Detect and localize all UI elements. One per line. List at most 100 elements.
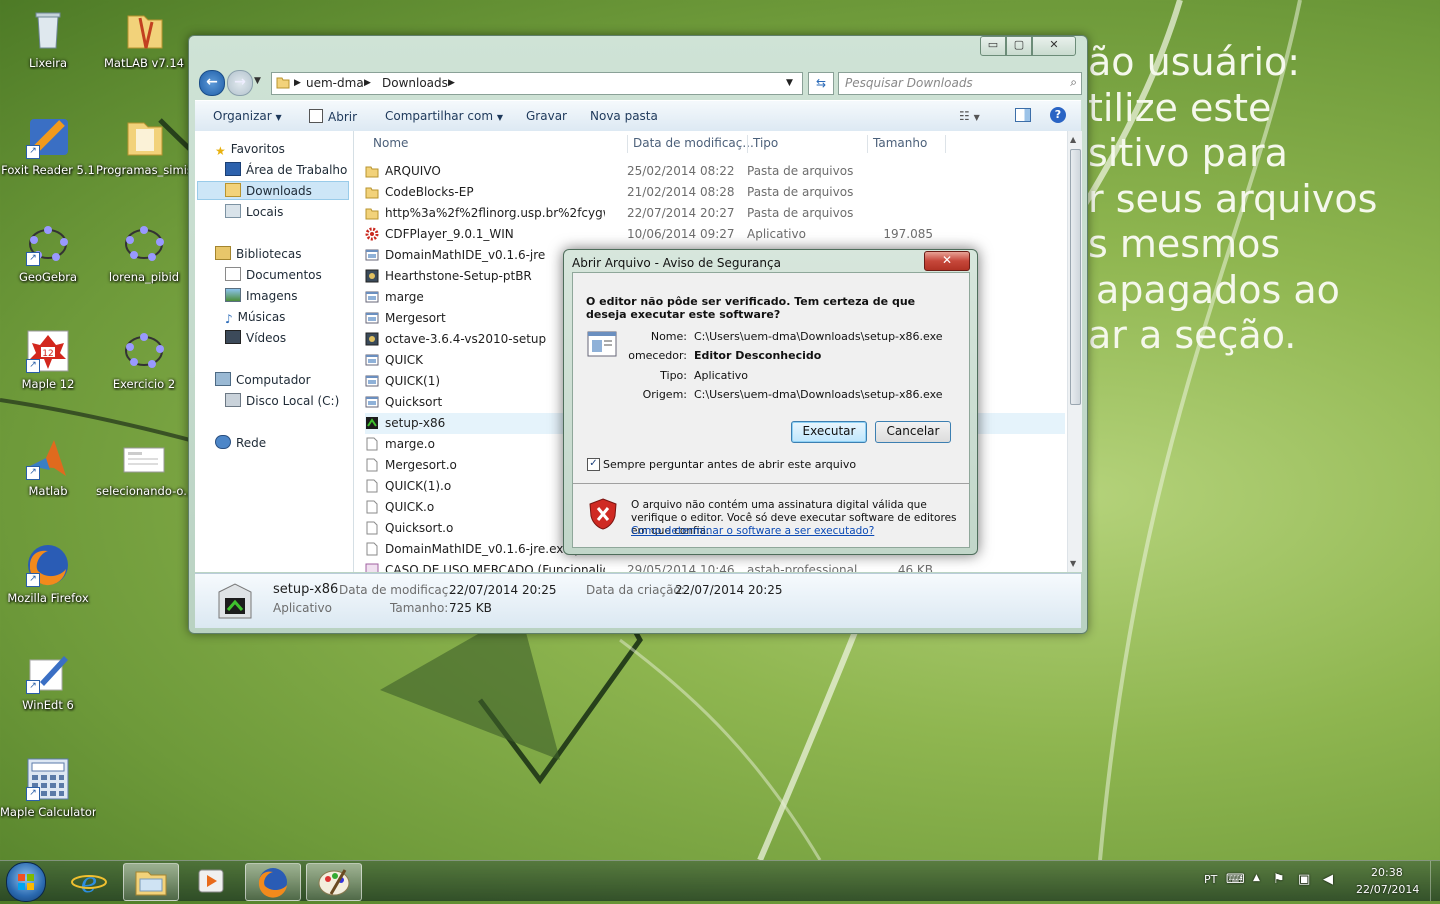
details-size-value: 725 KB <box>449 601 492 615</box>
breadcrumb-item[interactable]: Downloads <box>382 76 448 90</box>
refresh-icon[interactable]: ⇆ <box>808 72 834 95</box>
vertical-scrollbar[interactable]: ▲ ▼ <box>1067 131 1082 572</box>
computer-icon <box>215 372 231 386</box>
desktop-icon-exercicio2[interactable]: Exercicio 2 <box>96 323 192 423</box>
wallpaper-line: ar a seção. <box>1088 313 1297 357</box>
close-button[interactable]: ✕ <box>1032 36 1076 56</box>
desktop-icon-matlab-folder[interactable]: MatLAB v7.14 <box>96 2 192 102</box>
file-name-text: marge <box>385 290 424 304</box>
folder-icon <box>365 164 379 178</box>
help-icon[interactable]: ? <box>1050 107 1066 123</box>
desktop-icon-recycle-bin[interactable]: Lixeira <box>0 2 96 102</box>
new-folder-button[interactable]: Nova pasta <box>590 109 658 123</box>
breadcrumb-item[interactable]: uem-dma <box>306 76 364 90</box>
desktop-icon-winedt[interactable]: ↗ WinEdt 6 <box>0 644 96 744</box>
language-indicator[interactable]: PT <box>1204 873 1217 886</box>
clock-date[interactable]: 22/07/2014 <box>1356 883 1419 896</box>
nav-libraries[interactable]: Bibliotecas <box>215 245 301 264</box>
network-status-icon[interactable]: ▣ <box>1298 872 1310 887</box>
clock-time[interactable]: 20:38 <box>1371 866 1403 879</box>
taskbar-paint[interactable] <box>306 863 362 901</box>
security-warning-dialog[interactable]: Abrir Arquivo - Aviso de Segurança ✕ O e… <box>563 249 978 555</box>
maximize-button[interactable]: ▢ <box>1006 36 1032 56</box>
desktop-icon-maple12[interactable]: 12 ↗ Maple 12 <box>0 323 96 423</box>
details-modified-label: Data de modificaç... <box>339 583 460 597</box>
installer-icon <box>365 332 379 346</box>
nav-downloads[interactable]: Downloads <box>197 181 349 200</box>
show-hidden-icons-icon[interactable]: ▲ <box>1253 873 1260 883</box>
recent-pages-dropdown-icon[interactable]: ▼ <box>254 76 261 86</box>
share-button[interactable]: Compartilhar com ▼ <box>385 109 503 123</box>
search-input[interactable]: Pesquisar Downloads ⌕ <box>838 72 1082 95</box>
scroll-up-icon[interactable]: ▲ <box>1070 135 1076 144</box>
nav-label: Downloads <box>246 184 312 198</box>
cancel-button[interactable]: Cancelar <box>875 421 951 443</box>
taskbar-explorer[interactable] <box>123 863 179 901</box>
dialog-close-button[interactable]: ✕ <box>924 251 970 271</box>
nav-label: Rede <box>236 436 267 450</box>
field-value-name: C:\Users\uem-dma\Downloads\setup-x86.exe <box>694 330 943 343</box>
back-button[interactable]: ← <box>199 70 225 96</box>
keyboard-icon[interactable]: ⌨ <box>1226 872 1245 887</box>
forward-button[interactable]: → <box>227 70 253 96</box>
desktop-icon-maple-calculator[interactable]: ↗ Maple Calculator <box>0 751 96 851</box>
open-button[interactable]: Abrir <box>309 109 357 124</box>
taskbar-firefox[interactable] <box>245 863 301 901</box>
file-row[interactable]: http%3a%2f%2flinorg.usp.br%2fcygwin... 22… <box>365 203 1065 224</box>
column-header-date[interactable]: Data de modificaç... <box>633 131 754 155</box>
column-divider <box>627 135 628 153</box>
action-center-icon[interactable]: ⚑ <box>1273 872 1285 887</box>
address-dropdown-icon[interactable]: ▼ <box>786 78 793 88</box>
column-header-size[interactable]: Tamanho <box>873 131 927 155</box>
nav-local-disk[interactable]: Disco Local (C:) <box>225 392 339 411</box>
nav-images[interactable]: Imagens <box>225 287 297 306</box>
videos-icon <box>225 330 241 344</box>
file-row[interactable]: ARQUIVO 25/02/2014 08:22 Pasta de arquivos <box>365 161 1065 182</box>
nav-desktop[interactable]: Área de Trabalho <box>225 161 347 180</box>
file-name: CDFPlayer_9.0.1_WIN <box>365 224 605 245</box>
preview-pane-icon[interactable] <box>1015 108 1031 122</box>
taskbar-internet-explorer[interactable]: e <box>62 863 116 899</box>
column-header-name[interactable]: Nome <box>373 131 408 155</box>
nav-network[interactable]: Rede <box>215 434 266 453</box>
nav-music[interactable]: ♪ Músicas <box>225 308 285 327</box>
desktop-icon-foxit[interactable]: ↗ Foxit Reader 5.1 <box>0 109 96 209</box>
open-label: Abrir <box>328 110 358 124</box>
column-header-type[interactable]: Tipo <box>753 131 778 155</box>
file-row[interactable]: CDFPlayer_9.0.1_WIN 10/06/2014 09:27 Aplic… <box>365 224 1065 262</box>
burn-button[interactable]: Gravar <box>526 109 567 123</box>
desktop-icon-geogebra[interactable]: ↗ GeoGebra <box>0 216 96 316</box>
file-row[interactable]: CodeBlocks-EP 21/02/2014 08:28 Pasta de ar… <box>365 182 1065 203</box>
file-name-text: QUICK(1).o <box>385 479 452 493</box>
volume-muted-icon[interactable]: ◀ <box>1323 872 1333 887</box>
start-button[interactable] <box>6 862 46 902</box>
nav-documents[interactable]: Documentos <box>225 266 322 285</box>
scrollbar-thumb[interactable] <box>1070 149 1081 405</box>
nav-videos[interactable]: Vídeos <box>225 329 286 348</box>
taskbar-media-player[interactable] <box>184 863 238 899</box>
minimize-button[interactable]: ▭ <box>980 36 1006 56</box>
file-name-text: DomainMathIDE_v0.1.6-jre <box>385 248 546 262</box>
file-row[interactable]: CASO DE USO MERCADO (Funcionalidad 29/05/… <box>365 560 1065 572</box>
desktop-icon-programas-simis[interactable]: Programas_simis <box>96 109 192 209</box>
desktop-icon-matlab[interactable]: ↗ Matlab <box>0 430 96 530</box>
organize-button[interactable]: Organizar ▼ <box>213 109 282 123</box>
scroll-down-icon[interactable]: ▼ <box>1070 559 1076 568</box>
address-bar[interactable]: ▶ uem-dma ▶ Downloads ▶ ▼ <box>271 72 803 95</box>
application-icon <box>365 395 379 409</box>
nav-computer[interactable]: Computador <box>215 371 311 390</box>
show-desktop-button[interactable] <box>1430 861 1440 901</box>
desktop-icon-firefox[interactable]: ↗ Mozilla Firefox <box>0 537 96 637</box>
search-icon[interactable]: ⌕ <box>1070 75 1077 90</box>
desktop-icon-lorena-pibid[interactable]: lorena_pibid <box>96 216 192 316</box>
file-date: 29/05/2014 10:46 <box>627 563 735 572</box>
always-ask-checkbox[interactable]: ✓ <box>587 458 600 471</box>
help-link[interactable]: Como determinar o software a ser executa… <box>631 525 874 537</box>
nav-favorites[interactable]: ★ Favoritos <box>215 140 285 159</box>
run-button[interactable]: Executar <box>791 421 867 443</box>
command-toolbar: Organizar ▼ Abrir Compartilhar com ▼ Gra… <box>195 100 1081 132</box>
view-options-icon[interactable]: ☷ ▼ <box>959 109 980 123</box>
desktop-icon-selecionando[interactable]: selecionando-o... <box>96 430 192 530</box>
media-player-icon <box>198 869 224 893</box>
nav-recent-places[interactable]: Locais <box>225 203 283 222</box>
